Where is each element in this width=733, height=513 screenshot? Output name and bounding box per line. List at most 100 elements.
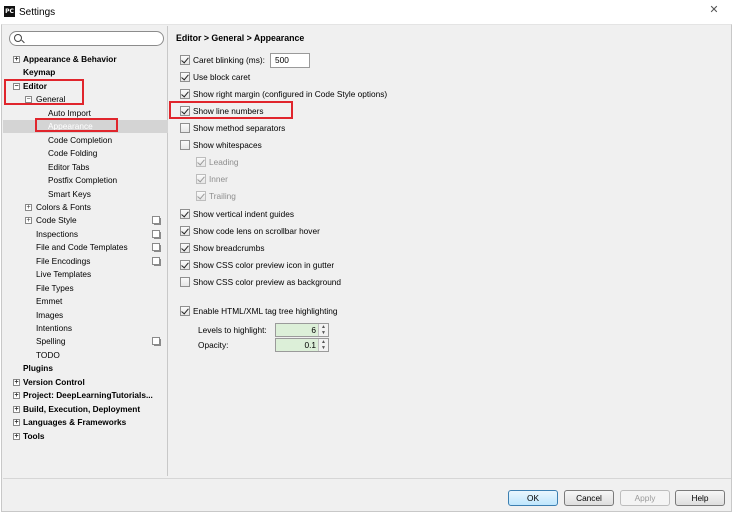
tree-item-label: Code Folding xyxy=(48,148,98,159)
search-icon xyxy=(14,34,22,42)
checkbox[interactable] xyxy=(180,243,190,253)
tree-item[interactable]: File Types xyxy=(3,282,168,295)
tree-item[interactable]: Keymap xyxy=(3,66,168,79)
tree-item[interactable]: Smart Keys xyxy=(3,188,168,201)
project-settings-icon xyxy=(152,229,161,239)
tree-item-label: Live Templates xyxy=(36,269,92,280)
apply-button[interactable]: Apply xyxy=(620,490,670,506)
settings-content: Editor > General > Appearance Caret blin… xyxy=(170,26,731,476)
tree-item-label: Inspections xyxy=(36,228,78,239)
tree-item[interactable]: Images xyxy=(3,309,168,322)
caret-blinking-input[interactable]: 500 xyxy=(270,53,310,68)
tree-item-label: Editor Tabs xyxy=(48,161,90,172)
tree-expander-icon[interactable]: + xyxy=(13,405,20,413)
tree-item[interactable]: Code Completion xyxy=(3,134,168,147)
tree-item-label: Code Completion xyxy=(48,134,113,145)
levels-spinner[interactable]: 6 ▲ ▼ xyxy=(275,323,329,337)
checkbox[interactable] xyxy=(180,277,190,287)
checkbox[interactable] xyxy=(180,89,190,99)
option-label: Show vertical indent guides xyxy=(193,209,295,219)
checkbox[interactable] xyxy=(180,260,190,270)
tree-expander-icon[interactable]: + xyxy=(25,217,32,225)
option-label: Show whitespaces xyxy=(193,140,262,150)
option-label: Inner xyxy=(209,174,228,184)
title-bar: PC Settings ✕ xyxy=(0,0,733,24)
tree-item-label: Project: DeepLearningTutorials... xyxy=(23,390,153,401)
tree-item[interactable]: Inspections xyxy=(3,228,168,241)
tree-item[interactable]: + Project: DeepLearningTutorials... xyxy=(3,389,168,402)
tree-item[interactable]: Postfix Completion xyxy=(3,174,168,187)
project-settings-icon xyxy=(152,216,161,226)
tree-expander-icon[interactable]: + xyxy=(25,203,32,211)
spinner-arrows-icon[interactable]: ▲ ▼ xyxy=(318,324,328,336)
levels-value: 6 xyxy=(276,324,319,336)
tree-item[interactable]: + Colors & Fonts xyxy=(3,201,168,214)
cancel-button[interactable]: Cancel xyxy=(564,490,614,506)
levels-label: Levels to highlight: xyxy=(198,325,267,335)
option-label: Show code lens on scrollbar hover xyxy=(193,226,320,236)
tree-item[interactable]: Code Folding xyxy=(3,147,168,160)
option-label: Use block caret xyxy=(193,72,251,82)
tree-item[interactable]: TODO xyxy=(3,349,168,362)
tree-item[interactable]: File Encodings xyxy=(3,255,168,268)
checkbox[interactable] xyxy=(180,209,190,219)
tree-expander-icon[interactable]: + xyxy=(13,378,20,386)
opacity-spinner[interactable]: 0.1 ▲ ▼ xyxy=(275,338,329,352)
tree-item-label: Code Style xyxy=(36,215,77,226)
tree-item[interactable]: File and Code Templates xyxy=(3,241,168,254)
checkbox[interactable] xyxy=(180,306,190,316)
tree-expander-icon[interactable]: + xyxy=(13,56,20,63)
option-label: Show CSS color preview icon in gutter xyxy=(193,260,335,270)
option-label: Show CSS color preview as background xyxy=(193,277,342,287)
window-title: Settings xyxy=(19,7,56,18)
tree-item[interactable]: Plugins xyxy=(3,362,168,375)
tree-item[interactable]: + Tools xyxy=(3,430,168,443)
tree-item[interactable]: Editor Tabs xyxy=(3,161,168,174)
tree-item-label: Intentions xyxy=(36,323,72,333)
checkbox[interactable] xyxy=(180,72,190,82)
tree-item-label: Colors & Fonts xyxy=(36,201,91,212)
tree-item[interactable]: + Appearance & Behavior xyxy=(3,53,168,66)
breadcrumb: Editor > General > Appearance xyxy=(176,33,305,43)
tree-expander-icon[interactable]: + xyxy=(13,432,20,440)
project-settings-icon xyxy=(152,243,161,253)
tree-expander-icon[interactable]: + xyxy=(13,419,20,427)
app-icon: PC xyxy=(4,6,15,17)
tree-item[interactable]: Intentions xyxy=(3,322,168,335)
tree-item[interactable]: + Code Style xyxy=(3,214,168,227)
tree-item-label: Plugins xyxy=(23,363,53,374)
ok-button[interactable]: OK xyxy=(508,490,558,506)
close-icon[interactable]: ✕ xyxy=(697,3,731,17)
tree-item[interactable]: + Languages & Frameworks xyxy=(3,416,168,429)
tree-item[interactable]: Emmet xyxy=(3,295,168,308)
checkbox[interactable] xyxy=(180,123,190,133)
tree-item[interactable]: Spelling xyxy=(3,335,168,348)
tree-item-label: Smart Keys xyxy=(48,188,91,199)
search-input[interactable] xyxy=(9,31,164,46)
tree-item[interactable]: + Build, Execution, Deployment xyxy=(3,403,168,416)
tree-expander-icon[interactable]: + xyxy=(13,392,20,400)
project-settings-icon xyxy=(152,337,161,347)
project-settings-icon xyxy=(152,256,161,266)
tree-item-label: Tools xyxy=(23,430,45,441)
tree-item-label: File Types xyxy=(36,282,74,293)
tree-item[interactable]: Live Templates xyxy=(3,268,168,281)
tree-item-label: Version Control xyxy=(23,376,85,387)
checkbox[interactable] xyxy=(180,140,190,150)
spinner-arrows-icon[interactable]: ▲ ▼ xyxy=(318,339,328,351)
tree-item[interactable]: + Version Control xyxy=(3,376,168,389)
settings-dialog: + Appearance & Behavior Keymap − Editor − Gene… xyxy=(1,24,732,512)
tree-item-label: Postfix Completion xyxy=(48,175,118,186)
highlight-box-appearance xyxy=(35,118,118,132)
tree-item-label: Spelling xyxy=(36,336,66,347)
tree-item-label: File Encodings xyxy=(36,255,91,266)
option-label: Show breadcrumbs xyxy=(193,243,265,253)
help-button[interactable]: Help xyxy=(675,490,725,506)
checkbox xyxy=(196,157,206,167)
option-label: Show method separators xyxy=(193,123,286,133)
checkbox[interactable] xyxy=(180,226,190,236)
opacity-value: 0.1 xyxy=(276,339,319,351)
option-label: Show right margin (configured in Code St… xyxy=(193,89,388,99)
checkbox[interactable] xyxy=(180,55,190,65)
option-label: Trailing xyxy=(209,191,236,201)
